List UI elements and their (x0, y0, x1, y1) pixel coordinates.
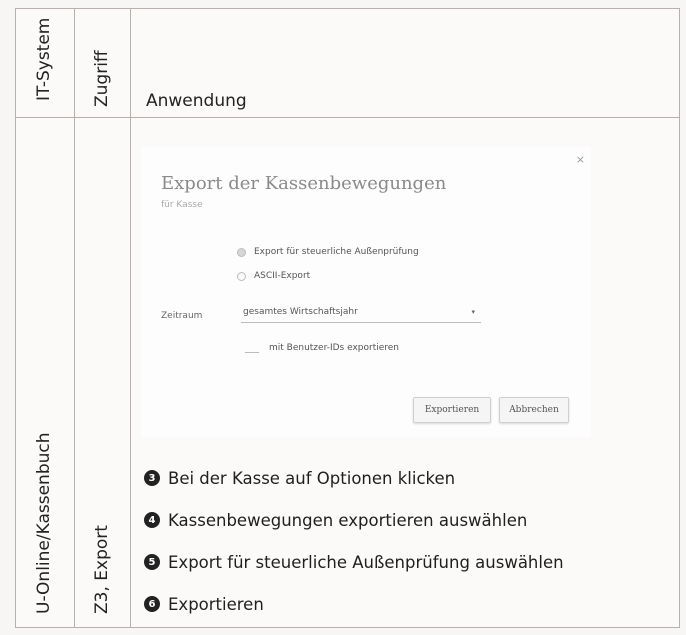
export-dialog: × Export der Kassenbewegungen für Kasse … (141, 147, 591, 437)
step-text: Kassenbewegungen exportieren auswählen (168, 510, 528, 530)
step-text: Exportieren (168, 594, 264, 614)
radio-checked-icon[interactable] (237, 247, 246, 257)
step-text: Export für steuerliche Außenprüfung ausw… (168, 552, 564, 572)
list-item: 5 Export für steuerliche Außenprüfung au… (144, 541, 684, 583)
dialog-title: Export der Kassenbewegungen (161, 173, 447, 194)
column-divider (130, 9, 131, 627)
radio-export-aussenpruefung[interactable]: Export für steuerliche Außenprüfung (237, 247, 419, 257)
zeitraum-label: Zeitraum (161, 311, 203, 321)
document-table: IT-System Zugriff Anwendung U-Online/Kas… (15, 8, 680, 628)
chevron-down-icon: ▾ (471, 308, 475, 316)
step-list: 3 Bei der Kasse auf Optionen klicken 4 K… (144, 457, 684, 625)
list-item: 6 Exportieren (144, 583, 684, 625)
step-number: 3 (144, 470, 160, 486)
list-item: 3 Bei der Kasse auf Optionen klicken (144, 457, 684, 499)
export-button[interactable]: Exportieren (413, 397, 491, 423)
radio-ascii-export[interactable]: ASCII-Export (237, 271, 310, 281)
checkbox-label: mit Benutzer-IDs exportieren (269, 343, 400, 353)
step-number: 5 (144, 554, 160, 570)
step-number: 6 (144, 596, 160, 612)
column-divider (74, 9, 75, 627)
cancel-button[interactable]: Abbrechen (499, 397, 569, 423)
zugriff-value: Z3, Export (92, 525, 112, 614)
it-system-value: U-Online/Kassenbuch (34, 432, 54, 614)
checkbox[interactable] (245, 343, 259, 353)
zeitraum-value: gesamtes Wirtschaftsjahr (243, 307, 358, 317)
radio-unchecked-icon[interactable] (237, 271, 246, 281)
benutzer-ids-checkbox-row[interactable]: mit Benutzer-IDs exportieren (245, 343, 399, 353)
radio-label: Export für steuerliche Außenprüfung (254, 247, 419, 257)
radio-label: ASCII-Export (254, 271, 311, 281)
step-text: Bei der Kasse auf Optionen klicken (168, 468, 456, 488)
list-item: 4 Kassenbewegungen exportieren auswählen (144, 499, 684, 541)
col-header-anwendung: Anwendung (146, 91, 247, 111)
step-number: 4 (144, 512, 160, 528)
zeitraum-select[interactable]: gesamtes Wirtschaftsjahr ▾ (241, 305, 481, 323)
col-header-zugriff: Zugriff (92, 50, 112, 107)
close-icon[interactable]: × (576, 153, 585, 166)
header-divider (16, 117, 679, 118)
dialog-subtitle: für Kasse (161, 200, 203, 210)
col-header-it-system: IT-System (34, 17, 54, 101)
